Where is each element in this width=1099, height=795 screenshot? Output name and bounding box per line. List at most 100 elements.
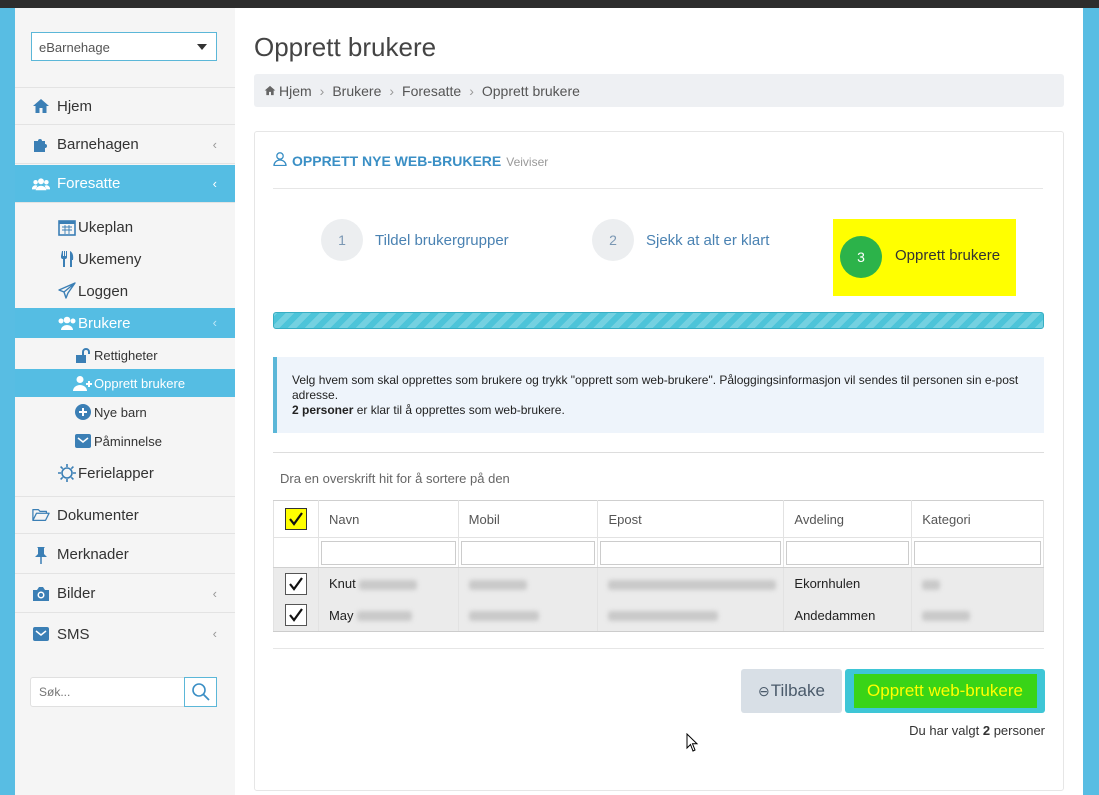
selected-count-text: Du har valgt 2 personer (885, 723, 1045, 738)
sidebar-item-ukemeny[interactable]: Ukemeny (15, 244, 235, 274)
wizard-step-2[interactable]: 2 Sjekk at alt er klart (592, 219, 769, 261)
first-name: May (328, 607, 354, 623)
main-content: Opprett brukere Hjem › Brukere › Foresat… (235, 8, 1083, 795)
column-header-mobil[interactable]: Mobil (457, 500, 599, 538)
back-button-label: Tilbake (770, 681, 825, 700)
create-web-users-button[interactable]: Opprett web-brukere (845, 669, 1045, 713)
column-header-kategori[interactable]: Kategori (911, 500, 1044, 538)
utensils-icon (57, 249, 77, 269)
row-checkbox[interactable] (285, 572, 307, 595)
chevron-left-icon: ‹ (212, 586, 217, 601)
sidebar-item-brukere[interactable]: Brukere ‹ (15, 308, 235, 338)
breadcrumb-separator: › (469, 82, 474, 99)
wizard-panel: OPPRETT NYE WEB-BRUKERE Veiviser 1 Tilde… (254, 131, 1064, 791)
users-icon (57, 313, 77, 333)
sidebar-item-bilder[interactable]: Bilder ‹ (15, 575, 235, 613)
sidebar: eBarnehage Hjem Barnehagen ‹ Foresatte ‹… (15, 8, 235, 795)
filter-kategori-input[interactable] (914, 540, 1041, 565)
sidebar-item-ukeplan[interactable]: Ukeplan (15, 212, 235, 242)
paper-plane-icon (57, 281, 77, 301)
redacted-text (922, 611, 971, 622)
info-text-rest: er klar til å opprettes som web-brukere. (353, 403, 565, 417)
redacted-text (608, 611, 719, 622)
column-header-avdeling[interactable]: Avdeling (783, 500, 913, 538)
sidebar-item-label: Påminnelse (94, 433, 162, 449)
search-button[interactable] (184, 677, 217, 707)
sidebar-item-foresatte[interactable]: Foresatte ‹ (15, 165, 235, 203)
breadcrumb-separator: › (319, 82, 325, 99)
step-label: Tildel brukergrupper (375, 231, 509, 249)
user-plus-icon (73, 374, 93, 392)
table-row[interactable]: Knut Ekornhulen (273, 567, 1044, 600)
table-row[interactable]: May Andedammen (273, 599, 1044, 632)
sidebar-item-barnehagen[interactable]: Barnehagen ‹ (15, 126, 235, 164)
filter-avdeling-input[interactable] (786, 540, 910, 565)
envelope-icon (32, 625, 50, 643)
sidebar-item-hjem[interactable]: Hjem (15, 87, 235, 125)
sidebar-item-rettigheter[interactable]: Rettigheter (15, 341, 235, 369)
selected-count: 2 (982, 723, 991, 738)
cell-navn: Knut (317, 567, 459, 600)
sidebar-item-paminnelse[interactable]: Påminnelse (15, 427, 235, 455)
users-grid: Navn Mobil Epost Avdeling Kategori Knut … (273, 500, 1044, 632)
breadcrumb-brukere[interactable]: Brukere (332, 83, 381, 99)
breadcrumb-home[interactable]: Hjem (279, 83, 312, 99)
sidebar-item-loggen[interactable]: Loggen (15, 276, 235, 306)
breadcrumb: Hjem › Brukere › Foresatte › Opprett bru… (254, 74, 1064, 107)
sidebar-item-label: Hjem (57, 97, 93, 115)
step-label: Opprett brukere (895, 247, 1001, 264)
filter-epost-input[interactable] (600, 540, 782, 565)
breadcrumb-foresatte[interactable]: Foresatte (402, 83, 461, 99)
wizard-progress-bar (273, 312, 1044, 329)
info-alert: Velg hvem som skal opprettes som brukere… (273, 357, 1044, 433)
sidebar-item-label: Dokumenter (57, 506, 139, 524)
breadcrumb-current: Opprett brukere (481, 82, 580, 99)
filter-cell-empty (273, 537, 319, 568)
divider (273, 188, 1043, 189)
mouse-cursor-icon (686, 733, 699, 752)
sidebar-item-sms[interactable]: SMS ‹ (15, 615, 235, 653)
first-name: Knut (328, 576, 356, 592)
wizard-heading: OPPRETT NYE WEB-BRUKERE (292, 153, 502, 169)
redacted-text (357, 611, 413, 622)
sidebar-item-nye-barn[interactable]: Nye barn (15, 398, 235, 426)
sidebar-item-label: Ukeplan (78, 218, 134, 236)
cell-avdeling: Andedammen (783, 599, 913, 632)
sidebar-item-merknader[interactable]: Merknader (15, 536, 235, 574)
sidebar-item-label: Merknader (57, 546, 129, 563)
select-all-checkbox[interactable] (285, 508, 307, 530)
chevron-left-icon: ‹ (212, 315, 217, 330)
back-button[interactable]: ⊖ Tilbake (741, 669, 842, 713)
page-title: Opprett brukere (254, 32, 437, 62)
search-input[interactable] (31, 678, 186, 706)
wizard-step-3-active[interactable]: 3 Opprett brukere (833, 219, 1016, 296)
cell-avdeling: Ekornhulen (783, 567, 913, 600)
caret-down-icon (197, 44, 207, 50)
row-checkbox[interactable] (285, 604, 307, 627)
filter-mobil-input[interactable] (460, 540, 596, 565)
calendar-icon (57, 217, 77, 237)
checkmark-icon (289, 577, 303, 591)
sidebar-item-opprett-brukere[interactable]: Opprett brukere (15, 369, 235, 397)
sidebar-item-label: Ferielapper (78, 464, 154, 482)
org-select[interactable]: eBarnehage (31, 32, 217, 61)
sidebar-search (30, 677, 217, 707)
sidebar-item-label: Opprett brukere (94, 375, 186, 391)
sidebar-item-dokumenter[interactable]: Dokumenter (15, 496, 235, 534)
sidebar-item-label: Bilder (57, 585, 96, 602)
column-header-epost[interactable]: Epost (597, 500, 785, 538)
redacted-text (608, 579, 777, 590)
cell-epost (597, 599, 785, 632)
select-all-header (273, 500, 319, 538)
cell-kategori (911, 599, 1044, 632)
divider (273, 648, 1044, 649)
filter-navn-input[interactable] (320, 540, 456, 565)
group-drop-hint[interactable]: Dra en overskrift hit for å sortere på d… (280, 471, 510, 486)
org-select-value: eBarnehage (39, 40, 110, 55)
envelope-icon (73, 432, 93, 450)
sidebar-item-ferielapper[interactable]: Ferielapper (15, 458, 235, 488)
wizard-step-1[interactable]: 1 Tildel brukergrupper (321, 219, 509, 261)
sidebar-item-label: Brukere (78, 314, 131, 332)
breadcrumb-separator: › (389, 82, 395, 99)
column-header-navn[interactable]: Navn (317, 500, 459, 538)
